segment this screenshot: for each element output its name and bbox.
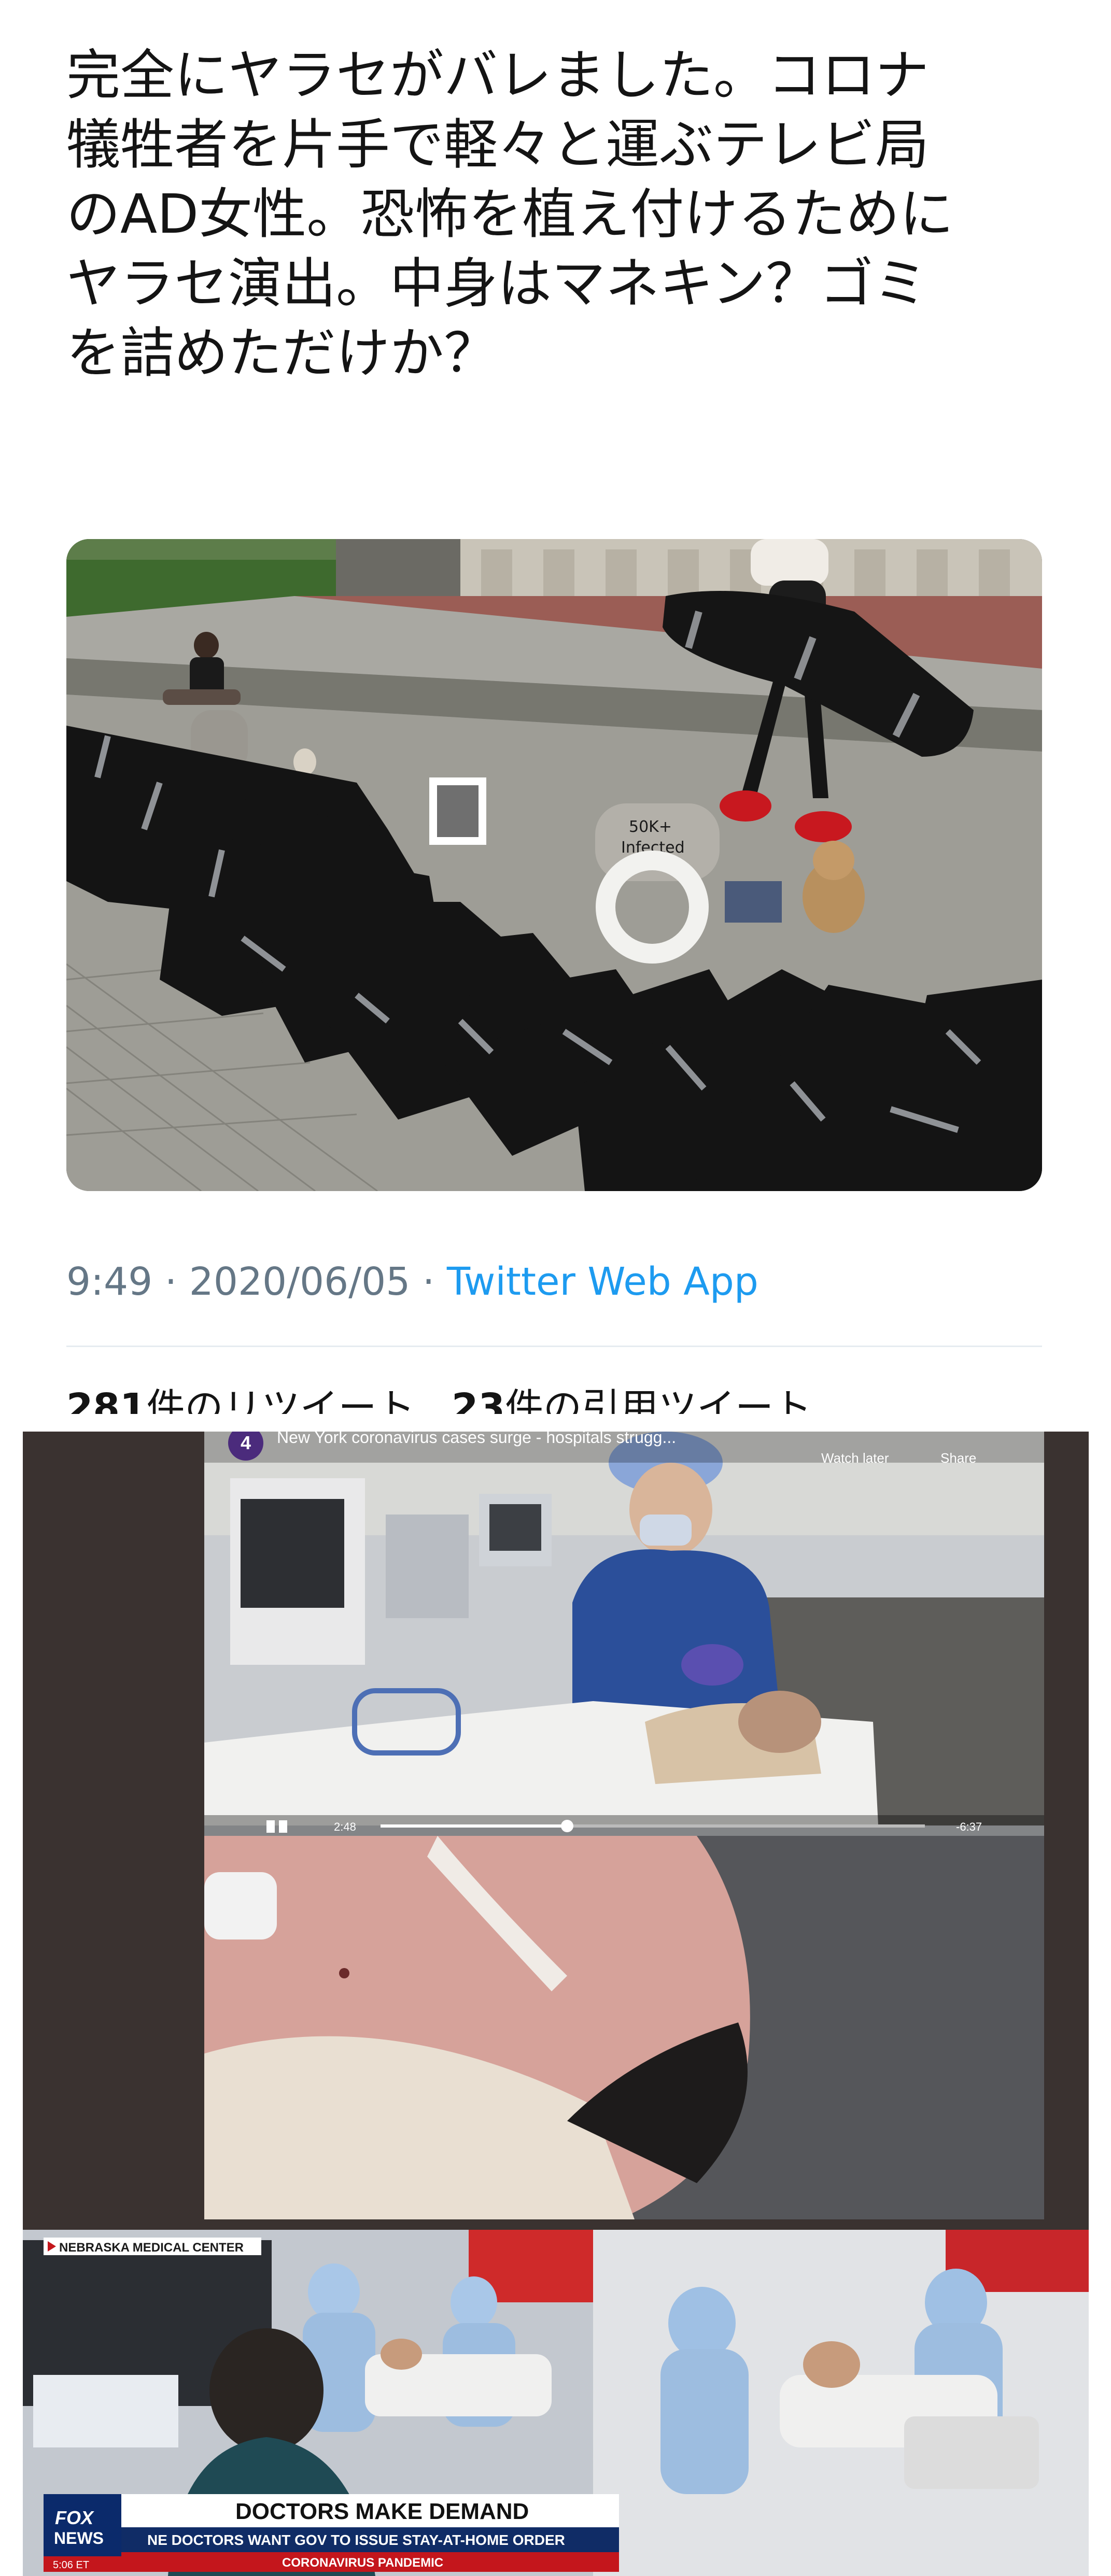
- tweet-text-line: を詰めただけか？: [66, 321, 498, 385]
- tweet-photo[interactable]: 50K+ Infected: [66, 539, 1042, 1191]
- tweet-source-link[interactable]: Twitter Web App: [447, 1259, 758, 1304]
- time-current: 2:48: [334, 1820, 356, 1833]
- tweet-stats[interactable]: 281件のリツイート 23件の引用ツイート: [66, 1377, 812, 1414]
- tweet-meta: 9:49 · 2020/06/05 · Twitter Web App: [66, 1259, 758, 1304]
- tweet-text-line: のAD女性。恐怖を植え付けるために: [66, 182, 954, 246]
- video-title: New York coronavirus cases surge - hospi…: [277, 1432, 676, 1447]
- tweet-text-line: ヤラセ演出。中身はマネキン？ゴミ: [66, 252, 927, 315]
- collage-image: 4 New York coronavirus cases surge - hos…: [23, 1432, 1089, 2576]
- meta-separator: ·: [164, 1259, 177, 1304]
- tweet-text-line: 完全にヤラセがバレました。コロナ: [66, 44, 930, 107]
- channel-badge: 4: [241, 1432, 251, 1453]
- nurse-scrubs: [572, 1549, 780, 1711]
- watch-later[interactable]: Watch later: [821, 1450, 889, 1466]
- news-ticker: CORONAVIRUS PANDEMIC: [282, 2556, 443, 2570]
- fox-logo-line2: NEWS: [54, 2529, 104, 2547]
- body-bags-photo: 50K+ Infected: [66, 539, 1042, 1191]
- news-clock: 5:06 ET: [53, 2559, 89, 2571]
- share[interactable]: Share: [940, 1450, 976, 1466]
- scrubber-handle[interactable]: [561, 1820, 573, 1832]
- quote-count: 23: [452, 1385, 505, 1414]
- tweet-text-line: 犠牲者を片手で軽々と運ぶテレビ局: [66, 113, 930, 176]
- time-remaining: -6:37: [956, 1820, 982, 1833]
- meta-separator: ·: [422, 1259, 435, 1304]
- quote-label: 件の引用ツイート: [505, 1385, 812, 1414]
- divider: [66, 1346, 1042, 1347]
- retweet-count: 281: [66, 1385, 147, 1414]
- fox-logo-line1: FOX: [55, 2507, 94, 2528]
- tweet-text: 完全にヤラセがバレました。コロナ 犠牲者を片手で軽々と運ぶテレビ局 のAD女性。…: [66, 40, 1051, 388]
- progress-fill: [381, 1824, 567, 1828]
- collage-svg: 4 New York coronavirus cases surge - hos…: [23, 1432, 1089, 2576]
- sign-text: 50K+: [629, 818, 672, 836]
- news-headline: DOCTORS MAKE DEMAND: [235, 2499, 529, 2524]
- news-subheadline: NE DOCTORS WANT GOV TO ISSUE STAY-AT-HOM…: [147, 2532, 565, 2548]
- tweet-time: 9:49: [66, 1259, 153, 1304]
- retweet-label: 件のリツイート: [146, 1385, 415, 1414]
- tweet-date: 2020/06/05: [189, 1259, 411, 1304]
- location-tag: NEBRASKA MEDICAL CENTER: [59, 2241, 244, 2255]
